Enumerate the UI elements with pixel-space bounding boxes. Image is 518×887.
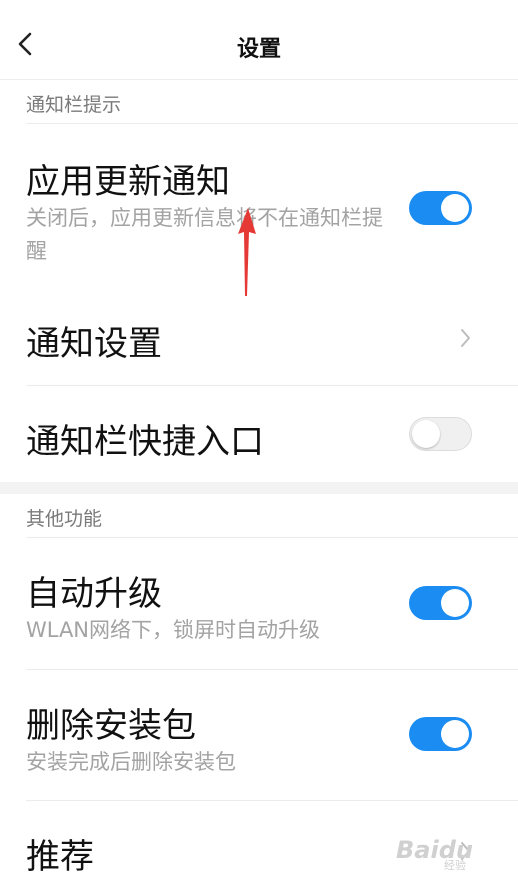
toggle-knob bbox=[412, 420, 440, 448]
row-title: 推荐 bbox=[26, 837, 94, 877]
section-label-other: 其他功能 bbox=[26, 508, 103, 530]
row-title: 删除安装包 bbox=[26, 706, 196, 746]
row-title: 应用更新通知 bbox=[26, 162, 230, 202]
toggle-knob bbox=[441, 194, 469, 222]
row-subtitle: WLAN网络下，锁屏时自动升级 bbox=[26, 618, 321, 642]
delete-package-toggle[interactable] bbox=[409, 717, 472, 751]
row-subtitle: 安装完成后删除安装包 bbox=[26, 750, 236, 774]
row-title: 通知栏快捷入口 bbox=[26, 422, 264, 462]
chevron-right-icon bbox=[461, 329, 470, 347]
quick-entry-toggle[interactable] bbox=[409, 417, 472, 451]
section-gap bbox=[0, 482, 518, 494]
top-bar: 设置 bbox=[0, 0, 518, 80]
watermark-sub: 经验 bbox=[444, 859, 466, 872]
row-delete-package[interactable]: 删除安装包 安装完成后删除安装包 bbox=[0, 670, 518, 800]
row-notify-settings[interactable]: 通知设置 bbox=[0, 286, 518, 386]
row-title: 自动升级 bbox=[26, 574, 162, 614]
annotation-arrow-icon bbox=[238, 208, 256, 296]
toggle-knob bbox=[441, 589, 469, 617]
section-label-notify: 通知栏提示 bbox=[26, 94, 122, 116]
page-title: 设置 bbox=[236, 37, 281, 62]
toggle-knob bbox=[441, 720, 469, 748]
row-quick-entry[interactable]: 通知栏快捷入口 bbox=[0, 386, 518, 482]
baidu-watermark: Baidu 经验 bbox=[396, 832, 506, 874]
row-title: 通知设置 bbox=[26, 324, 162, 364]
row-auto-upgrade[interactable]: 自动升级 WLAN网络下，锁屏时自动升级 bbox=[0, 538, 518, 669]
auto-upgrade-toggle[interactable] bbox=[409, 586, 472, 620]
app-update-notify-toggle[interactable] bbox=[409, 191, 472, 225]
row-subtitle: 关闭后，应用更新信息将不在通知栏提醒 bbox=[26, 206, 383, 263]
